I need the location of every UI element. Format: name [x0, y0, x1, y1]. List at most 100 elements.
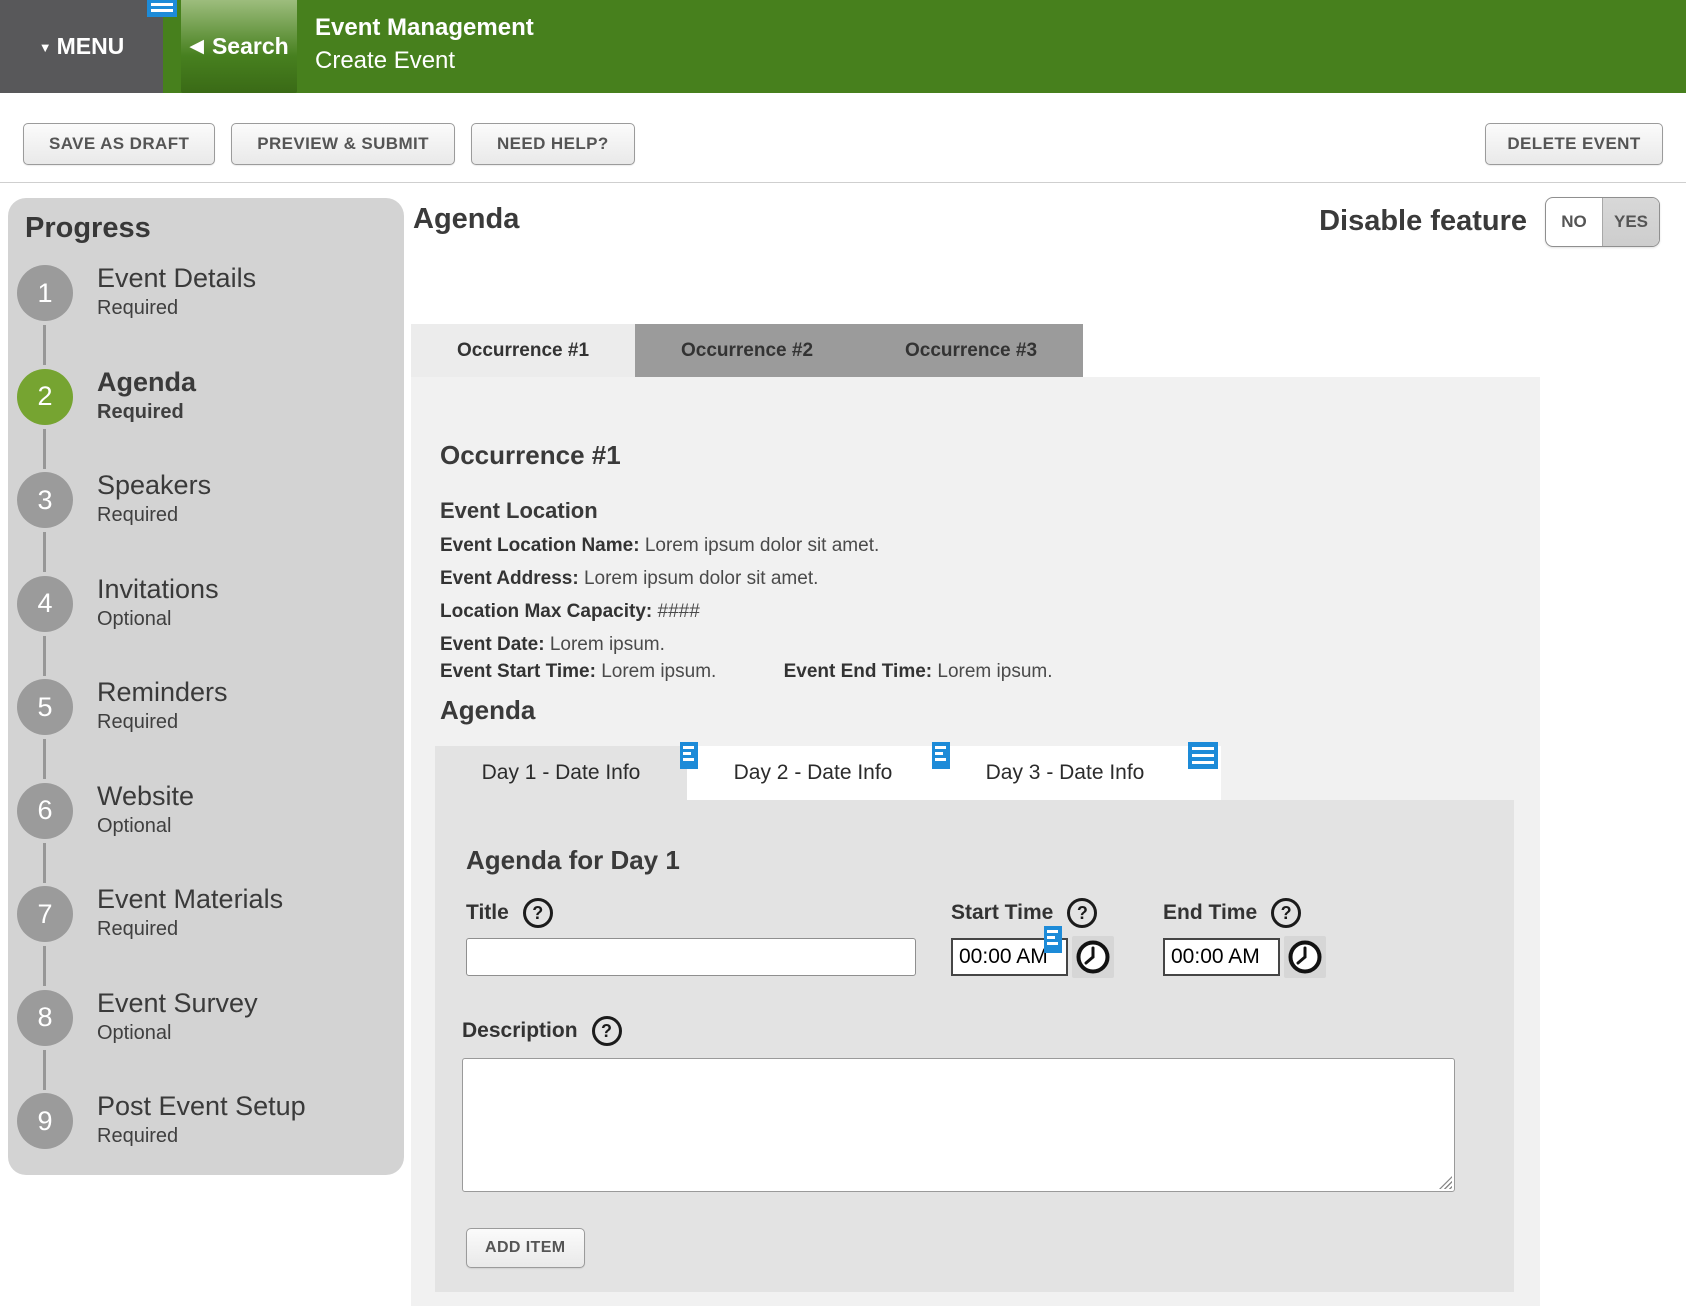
step-sublabel: Optional	[97, 607, 219, 631]
header-titles: Event Management Create Event	[315, 13, 534, 76]
sidebar-item-event-survey[interactable]: 8 Event SurveyOptional	[8, 990, 398, 1094]
end-time-input[interactable]	[1163, 938, 1280, 976]
progress-sidebar: Progress 1 Event DetailsRequired 2 Agend…	[8, 198, 404, 1175]
day-tabs: Day 1 - Date Info Day 2 - Date Info Day …	[435, 746, 1221, 800]
start-time-clock-button[interactable]	[1072, 936, 1114, 978]
menu-caret-icon: ▼	[39, 40, 52, 55]
annotation-lines-icon	[932, 742, 950, 769]
tab-occurrence-3[interactable]: Occurrence #3	[859, 324, 1083, 377]
help-icon[interactable]: ?	[523, 898, 553, 928]
step-number-badge: 7	[17, 886, 73, 942]
sidebar-item-agenda[interactable]: 2 AgendaRequired	[8, 369, 398, 473]
page-subtitle: Create Event	[315, 46, 534, 76]
event-location-details: Event Location Name: Lorem ipsum dolor s…	[440, 529, 879, 661]
step-sublabel: Required	[97, 917, 283, 941]
detail-row: Event Address: Lorem ipsum dolor sit ame…	[440, 562, 879, 595]
search-button[interactable]: ◀ Search	[181, 0, 297, 93]
step-number-badge: 2	[17, 369, 73, 425]
tab-occurrence-2[interactable]: Occurrence #2	[635, 324, 859, 377]
occurrence-panel: Occurrence #1 Event Location Event Locat…	[411, 377, 1540, 1306]
toggle-yes-option[interactable]: YES	[1602, 198, 1659, 246]
step-label: Event Details	[97, 262, 256, 294]
page-title: Agenda	[413, 203, 519, 236]
search-label: Search	[212, 33, 289, 60]
step-sublabel: Required	[97, 710, 228, 734]
description-textarea[interactable]	[462, 1058, 1455, 1192]
step-number-badge: 4	[17, 576, 73, 632]
save-as-draft-button[interactable]: SAVE AS DRAFT	[23, 123, 215, 165]
step-number-badge: 3	[17, 472, 73, 528]
end-time-clock-button[interactable]	[1284, 936, 1326, 978]
event-start-time-detail: Event Start Time: Lorem ipsum.	[440, 661, 716, 682]
tab-occurrence-1[interactable]: Occurrence #1	[411, 324, 635, 377]
step-label: Agenda	[97, 366, 196, 398]
description-label-row: Description ?	[462, 1016, 622, 1046]
annotation-lines-icon	[1044, 926, 1062, 953]
step-number-badge: 9	[17, 1093, 73, 1149]
step-label: Invitations	[97, 573, 219, 605]
step-label: Event Survey	[97, 987, 258, 1019]
occurrence-heading: Occurrence #1	[440, 440, 621, 471]
step-label: Post Event Setup	[97, 1090, 306, 1122]
progress-heading: Progress	[25, 212, 151, 245]
create-event-screen: ▼ MENU ◀ Search Event Management Create …	[0, 0, 1686, 1306]
event-end-time-detail: Event End Time: Lorem ipsum.	[784, 661, 1053, 682]
app-title: Event Management	[315, 13, 534, 43]
sidebar-item-event-materials[interactable]: 7 Event MaterialsRequired	[8, 886, 398, 990]
tab-day-2[interactable]: Day 2 - Date Info	[687, 746, 939, 800]
clock-icon	[1075, 939, 1111, 975]
menu-button[interactable]: ▼ MENU	[0, 0, 163, 93]
day-agenda-panel: Agenda for Day 1 Title ? Start Time ? En…	[435, 800, 1514, 1292]
step-sublabel: Required	[97, 400, 196, 424]
event-times-row: Event Start Time: Lorem ipsum. Event End…	[440, 661, 1053, 683]
annotation-lines-icon	[1188, 742, 1218, 769]
step-sublabel: Required	[97, 503, 211, 527]
step-label: Reminders	[97, 676, 228, 708]
step-sublabel: Optional	[97, 1021, 258, 1045]
step-sublabel: Optional	[97, 814, 194, 838]
back-arrow-icon: ◀	[189, 35, 204, 58]
annotation-lines-icon	[680, 742, 698, 769]
end-time-label-row: End Time ?	[1163, 898, 1301, 928]
sidebar-item-event-details[interactable]: 1 Event DetailsRequired	[8, 265, 398, 369]
detail-row: Location Max Capacity: ####	[440, 595, 879, 628]
progress-steps: 1 Event DetailsRequired 2 AgendaRequired…	[8, 265, 398, 1197]
tab-day-3[interactable]: Day 3 - Date Info	[939, 746, 1191, 800]
detail-row: Event Location Name: Lorem ipsum dolor s…	[440, 529, 879, 562]
clock-icon	[1287, 939, 1323, 975]
sidebar-item-post-event-setup[interactable]: 9 Post Event SetupRequired	[8, 1093, 398, 1197]
description-field-wrap	[462, 1058, 1455, 1192]
toggle-no-option[interactable]: NO	[1546, 198, 1602, 246]
menu-label: MENU	[57, 33, 125, 60]
day-agenda-heading: Agenda for Day 1	[466, 845, 680, 876]
app-header: ▼ MENU ◀ Search Event Management Create …	[0, 0, 1686, 93]
preview-submit-button[interactable]: PREVIEW & SUBMIT	[231, 123, 455, 165]
occurrence-tabs: Occurrence #1 Occurrence #2 Occurrence #…	[411, 324, 1083, 377]
help-icon[interactable]: ?	[592, 1016, 622, 1046]
sidebar-item-speakers[interactable]: 3 SpeakersRequired	[8, 472, 398, 576]
step-number-badge: 8	[17, 990, 73, 1046]
agenda-section-heading: Agenda	[440, 695, 535, 726]
step-number-badge: 1	[17, 265, 73, 321]
step-sublabel: Required	[97, 296, 256, 320]
toolbar-left-group: SAVE AS DRAFT PREVIEW & SUBMIT NEED HELP…	[23, 123, 635, 165]
step-label: Event Materials	[97, 883, 283, 915]
step-number-badge: 5	[17, 679, 73, 735]
help-icon[interactable]: ?	[1271, 898, 1301, 928]
delete-event-button[interactable]: DELETE EVENT	[1485, 123, 1663, 165]
sidebar-item-invitations[interactable]: 4 InvitationsOptional	[8, 576, 398, 680]
help-icon[interactable]: ?	[1067, 898, 1097, 928]
sidebar-item-reminders[interactable]: 5 RemindersRequired	[8, 679, 398, 783]
title-input[interactable]	[466, 938, 916, 976]
add-item-button[interactable]: ADD ITEM	[466, 1228, 585, 1268]
step-sublabel: Required	[97, 1124, 306, 1148]
disable-feature-toggle: NO YES	[1545, 197, 1660, 247]
step-number-badge: 6	[17, 783, 73, 839]
detail-row: Event Date: Lorem ipsum.	[440, 628, 879, 661]
tab-day-1[interactable]: Day 1 - Date Info	[435, 746, 687, 800]
need-help-button[interactable]: NEED HELP?	[471, 123, 635, 165]
disable-feature-label: Disable feature	[1319, 205, 1527, 238]
step-label: Website	[97, 780, 194, 812]
title-label-row: Title ?	[466, 898, 553, 928]
sidebar-item-website[interactable]: 6 WebsiteOptional	[8, 783, 398, 887]
